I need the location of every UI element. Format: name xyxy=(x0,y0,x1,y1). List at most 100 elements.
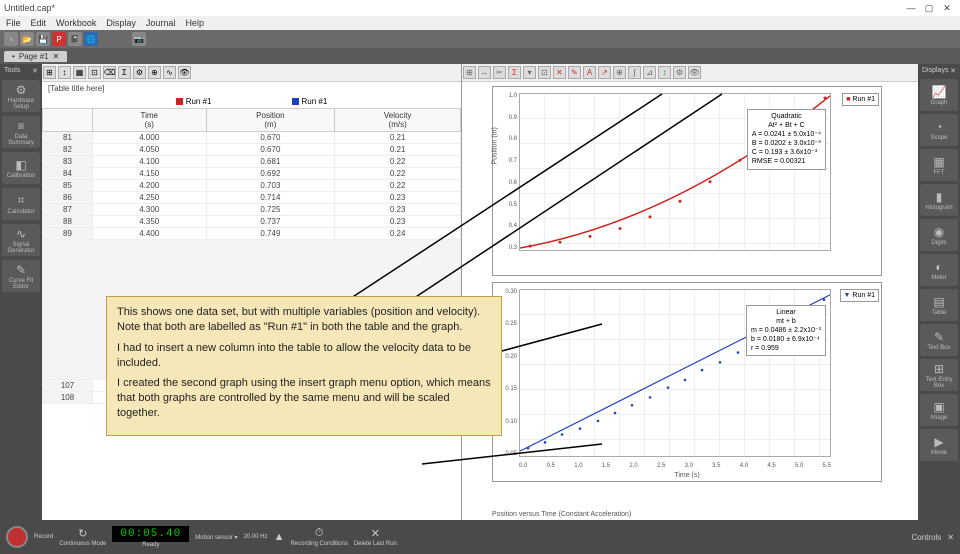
maximize-button[interactable]: ▢ xyxy=(920,3,938,14)
menu-edit[interactable]: Edit xyxy=(31,18,47,28)
menu-journal[interactable]: Journal xyxy=(146,18,176,28)
scope-icon: ◔ xyxy=(935,120,942,134)
table-row[interactable]: 814.0000.6700.21 xyxy=(43,132,461,144)
graph-tool-icon[interactable]: ⊿ xyxy=(643,66,656,79)
display-digits[interactable]: ◉Digits xyxy=(920,219,958,251)
dock-pin-icon[interactable]: ✕ xyxy=(32,67,38,75)
graph-tool-icon[interactable]: ▾ xyxy=(523,66,536,79)
graph-tool-icon[interactable]: Σ xyxy=(508,66,521,79)
tool-signal-generator[interactable]: ∿Signal Generator xyxy=(2,224,40,256)
fft-icon: ▦ xyxy=(933,155,944,169)
movie-icon: ▶ xyxy=(934,435,943,449)
tool-calibration[interactable]: ◧Calibration xyxy=(2,152,40,184)
display-graph[interactable]: 📈Graph xyxy=(920,79,958,111)
graph-tool-icon[interactable]: ⊞ xyxy=(463,66,476,79)
table-tool-icon[interactable]: ↕ xyxy=(58,66,71,79)
display-table[interactable]: ▤Table xyxy=(920,289,958,321)
dock-pin-icon[interactable]: ✕ xyxy=(950,67,956,75)
graph-tool-icon[interactable]: ⊕ xyxy=(613,66,626,79)
table-tool-icon[interactable]: ⊕ xyxy=(148,66,161,79)
graph-tool-icon[interactable]: A xyxy=(583,66,596,79)
tab-close-icon[interactable]: ✕ xyxy=(53,52,60,61)
run1-label-b: Run #1 xyxy=(302,97,328,106)
graph-tool-icon[interactable]: ↕ xyxy=(658,66,671,79)
sample-rate[interactable]: 20.00 Hz xyxy=(244,534,268,540)
g2-yticks: 0.300.250.200.150.100.05 xyxy=(503,289,517,457)
graph-tool-icon[interactable]: ↗ xyxy=(598,66,611,79)
table-tool-icon[interactable]: 👁 xyxy=(178,66,191,79)
rate-up-icon[interactable]: ▲ xyxy=(274,531,285,543)
display-fft[interactable]: ▦FFT xyxy=(920,149,958,181)
table-row[interactable]: 854.2000.7030.22 xyxy=(43,180,461,192)
tool-curve-fit[interactable]: ✎Curve Fit Editor xyxy=(2,260,40,292)
callout-p2: I had to insert a new column into the ta… xyxy=(117,341,491,371)
table-tool-icon[interactable]: ⚙ xyxy=(133,66,146,79)
graph-tool-icon[interactable]: ✂ xyxy=(493,66,506,79)
table-row[interactable]: 884.3500.7370.23 xyxy=(43,216,461,228)
menu-file[interactable]: File xyxy=(6,18,21,28)
table-row[interactable]: 834.1000.6810.22 xyxy=(43,156,461,168)
tool-data-summary[interactable]: ≡Data Summary xyxy=(2,116,40,148)
g1-yticks: 1.00.90.80.70.60.50.40.3 xyxy=(503,93,517,251)
graph-tool-icon[interactable]: ↔ xyxy=(478,66,491,79)
display-histogram[interactable]: ▮Histogram xyxy=(920,184,958,216)
display-textentry[interactable]: ⊞Text Entry Box xyxy=(920,359,958,391)
snapshot-icon[interactable]: 📷 xyxy=(132,32,146,46)
graph-position[interactable]: 1.00.90.80.70.60.50.40.3 Position (m) ■ … xyxy=(492,86,882,276)
table-row[interactable]: 844.1500.6920.22 xyxy=(43,168,461,180)
table-row[interactable]: 824.0500.6700.21 xyxy=(43,144,461,156)
textentry-icon: ⊞ xyxy=(934,362,944,376)
journal-icon[interactable]: 📓 xyxy=(68,32,82,46)
g2-legend[interactable]: ▼ Run #1 xyxy=(840,289,879,302)
delete-last-run[interactable]: ✕Delete Last Run xyxy=(354,527,397,547)
save-icon[interactable]: 💾 xyxy=(36,32,50,46)
image-icon: ▣ xyxy=(933,400,944,414)
close-button[interactable]: ✕ xyxy=(938,3,956,14)
controls-close-icon[interactable]: ✕ xyxy=(947,533,954,542)
g2-fitbox[interactable]: Linear mt + b m = 0.0486 ± 2.2x10⁻³ b = … xyxy=(746,305,826,356)
title-bar: Untitled.cap* — ▢ ✕ xyxy=(0,0,960,16)
menu-help[interactable]: Help xyxy=(185,18,204,28)
graph-tool-icon[interactable]: ✎ xyxy=(568,66,581,79)
sensor-select[interactable]: Motion sensor ▾ xyxy=(195,534,237,541)
graph-tool-icon[interactable]: ✕ xyxy=(553,66,566,79)
table-tool-icon[interactable]: ⊡ xyxy=(88,66,101,79)
recording-conditions[interactable]: ⏱Recording Conditions xyxy=(290,527,347,547)
menu-display[interactable]: Display xyxy=(106,18,136,28)
run1-blue-swatch xyxy=(292,98,299,105)
graph-tool-icon[interactable]: ∫ xyxy=(628,66,641,79)
minimize-button[interactable]: — xyxy=(902,3,920,13)
display-textbox[interactable]: ✎Text Box xyxy=(920,324,958,356)
record-button[interactable] xyxy=(6,526,28,548)
graph-tool-icon[interactable]: ⊡ xyxy=(538,66,551,79)
graph-tool-icon[interactable]: 👁 xyxy=(688,66,701,79)
open-icon[interactable]: 📂 xyxy=(20,32,34,46)
display-movie[interactable]: ▶Movie xyxy=(920,429,958,461)
display-image[interactable]: ▣Image xyxy=(920,394,958,426)
table-tool-icon[interactable]: ⌫ xyxy=(103,66,116,79)
display-meter[interactable]: ◐Meter xyxy=(920,254,958,286)
table-title[interactable]: [Table title here] xyxy=(42,82,461,95)
menu-workbook[interactable]: Workbook xyxy=(56,18,96,28)
pdf-icon[interactable]: P xyxy=(52,32,66,46)
annotation-callout: This shows one data set, but with multip… xyxy=(106,296,502,436)
table-tool-icon[interactable]: Σ xyxy=(118,66,131,79)
tool-calculator[interactable]: ⌗Calculator xyxy=(2,188,40,220)
graph-velocity[interactable]: 0.300.250.200.150.100.05 Velocity v (m/s… xyxy=(492,282,882,482)
graph-tool-icon[interactable]: ⚙ xyxy=(673,66,686,79)
new-icon[interactable]: ▫ xyxy=(4,32,18,46)
table-row[interactable]: 864.2500.7140.23 xyxy=(43,192,461,204)
display-scope[interactable]: ◔Scope xyxy=(920,114,958,146)
g1-legend[interactable]: ■ Run #1 xyxy=(842,93,879,106)
tab-page1[interactable]: • Page #1 ✕ xyxy=(4,51,67,62)
table-tool-icon[interactable]: ∿ xyxy=(163,66,176,79)
tool-hardware-setup[interactable]: ⚙Hardware Setup xyxy=(2,80,40,112)
table-tool-icon[interactable]: ⊞ xyxy=(43,66,56,79)
continuous-mode[interactable]: ↻Continuous Mode xyxy=(59,527,106,547)
g1-fitbox[interactable]: Quadratic At² + Bt + C A = 0.0241 ± 5.0x… xyxy=(747,109,826,170)
table-tool-icon[interactable]: ▦ xyxy=(73,66,86,79)
globe-icon[interactable]: 🌐 xyxy=(84,32,98,46)
table-row[interactable]: 894.4000.7490.24 xyxy=(43,228,461,240)
table-row[interactable]: 874.3000.7250.23 xyxy=(43,204,461,216)
time-display: 00:05.40 Ready xyxy=(112,526,189,548)
